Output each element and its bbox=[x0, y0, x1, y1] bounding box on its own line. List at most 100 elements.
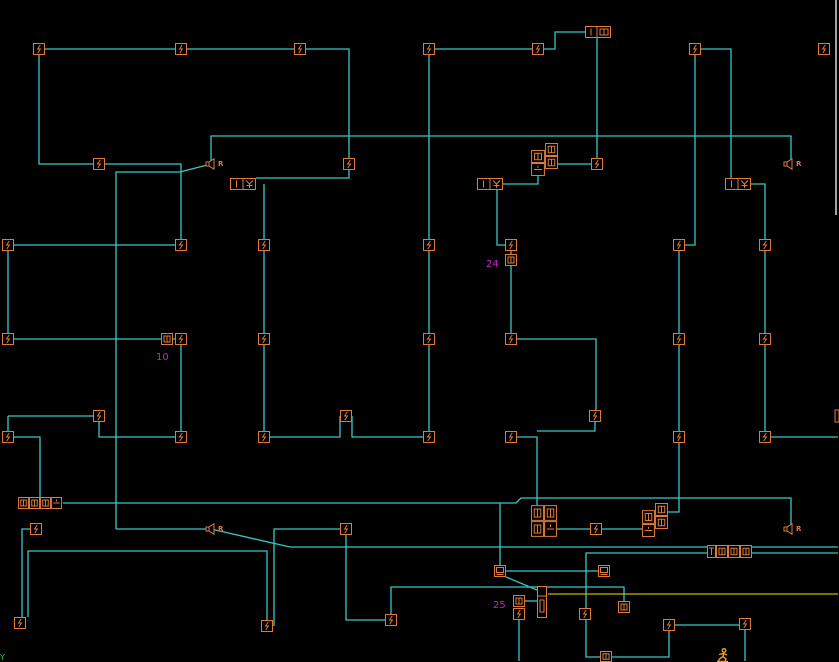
smoke-detector-icon bbox=[423, 43, 435, 55]
speaker-icon bbox=[783, 158, 793, 170]
wire-run bbox=[256, 164, 350, 179]
device-cell-icon bbox=[531, 505, 544, 521]
device-layer: R R R R bbox=[2, 26, 839, 662]
wire-run bbox=[63, 497, 792, 529]
device-cell-icon bbox=[544, 521, 557, 537]
person-icon bbox=[716, 648, 729, 662]
device-cell-icon bbox=[707, 545, 716, 558]
smoke-detector-icon bbox=[2, 333, 14, 345]
smoke-detector-icon bbox=[175, 333, 187, 345]
smoke-detector-icon bbox=[590, 523, 602, 535]
smoke-detector-icon bbox=[513, 608, 525, 620]
smoke-detector-icon bbox=[175, 43, 187, 55]
smoke-detector-icon bbox=[14, 617, 26, 629]
smoke-detector-icon bbox=[340, 523, 352, 535]
speaker-tag-label: R bbox=[796, 525, 802, 533]
corner-axis-mark: Y bbox=[0, 653, 5, 662]
device-cell-icon bbox=[531, 150, 545, 163]
device-cell-icon bbox=[642, 510, 655, 524]
smoke-detector-icon bbox=[385, 614, 397, 626]
smoke-detector-icon bbox=[673, 333, 685, 345]
smoke-detector-icon bbox=[423, 333, 435, 345]
device-cell-icon bbox=[51, 497, 62, 509]
smoke-detector-icon bbox=[30, 523, 42, 535]
zone-label-24: 24 bbox=[486, 259, 499, 270]
wire-run bbox=[39, 48, 350, 164]
wire-run bbox=[21, 528, 36, 623]
smoke-detector-icon bbox=[739, 618, 751, 630]
wire-run bbox=[511, 436, 538, 505]
smoke-detector-icon bbox=[663, 619, 675, 631]
io-module-icon bbox=[585, 26, 611, 38]
device-cell-icon bbox=[544, 505, 557, 521]
wire-run bbox=[496, 184, 597, 416]
device-cell-icon bbox=[728, 545, 740, 558]
cad-drawing-canvas[interactable]: R R R R 24 10 25 Y bbox=[0, 0, 839, 662]
smoke-detector-icon bbox=[759, 431, 771, 443]
wire-run bbox=[695, 48, 732, 184]
smoke-detector-icon bbox=[340, 410, 352, 422]
smoke-detector-icon bbox=[93, 410, 105, 422]
smoke-detector-icon bbox=[2, 239, 14, 251]
smoke-detector-icon bbox=[673, 239, 685, 251]
speaker-tag-label: R bbox=[218, 160, 224, 168]
smoke-detector-icon bbox=[258, 431, 270, 443]
device-cell-icon bbox=[740, 545, 752, 558]
device-cell-icon bbox=[513, 595, 525, 607]
wire-run bbox=[210, 528, 838, 548]
device-cell-icon bbox=[655, 516, 668, 529]
smoke-detector-icon bbox=[423, 431, 435, 443]
smoke-detector-icon bbox=[505, 431, 517, 443]
smoke-detector-icon bbox=[258, 239, 270, 251]
wire-run bbox=[505, 576, 538, 591]
smoke-detector-icon bbox=[835, 410, 839, 422]
wire-run bbox=[27, 550, 268, 626]
device-cell-icon bbox=[545, 156, 558, 169]
smoke-detector-icon bbox=[818, 43, 830, 55]
smoke-detector-icon bbox=[2, 431, 14, 443]
smoke-detector-icon bbox=[258, 333, 270, 345]
zone-label-25: 25 bbox=[493, 600, 506, 611]
smoke-detector-icon bbox=[505, 333, 517, 345]
wire-run bbox=[210, 135, 792, 164]
smoke-detector-icon bbox=[423, 239, 435, 251]
device-cell-icon bbox=[531, 521, 544, 537]
wire-run bbox=[537, 416, 596, 432]
smoke-detector-icon bbox=[93, 158, 105, 170]
device-cell-icon bbox=[716, 545, 728, 558]
speaker-icon bbox=[205, 523, 215, 535]
wire-run bbox=[351, 416, 429, 438]
speaker-tag-label: R bbox=[218, 525, 224, 533]
device-cell-icon bbox=[531, 163, 545, 176]
smoke-detector-icon bbox=[343, 158, 355, 170]
wire-run bbox=[7, 416, 41, 503]
smoke-detector-icon bbox=[175, 239, 187, 251]
smoke-detector-icon bbox=[505, 239, 517, 251]
device-cell-icon bbox=[505, 254, 517, 266]
device-cell-icon bbox=[618, 601, 630, 613]
speaker-icon bbox=[205, 158, 215, 170]
wire-run bbox=[429, 31, 597, 50]
device-cell-icon bbox=[29, 497, 40, 509]
speaker-icon bbox=[783, 523, 793, 535]
wire-run bbox=[263, 184, 341, 438]
speaker-tag-label: R bbox=[796, 160, 802, 168]
io-module-icon bbox=[725, 178, 751, 190]
smoke-detector-icon bbox=[579, 608, 591, 620]
smoke-detector-icon bbox=[589, 410, 601, 422]
monitor-icon bbox=[598, 565, 610, 577]
wire-run bbox=[38, 49, 182, 245]
wiring-layer bbox=[7, 31, 838, 661]
io-module-icon bbox=[477, 178, 503, 190]
device-cell-icon bbox=[600, 651, 612, 662]
wire-run bbox=[345, 529, 391, 621]
smoke-detector-icon bbox=[294, 43, 306, 55]
io-module-icon bbox=[230, 178, 256, 190]
smoke-detector-icon bbox=[759, 333, 771, 345]
smoke-detector-icon bbox=[532, 43, 544, 55]
device-cell-icon bbox=[655, 503, 668, 516]
device-cell-icon bbox=[18, 497, 29, 509]
monitor-icon bbox=[494, 565, 506, 577]
smoke-detector-icon bbox=[689, 43, 701, 55]
wire-run bbox=[115, 163, 212, 529]
